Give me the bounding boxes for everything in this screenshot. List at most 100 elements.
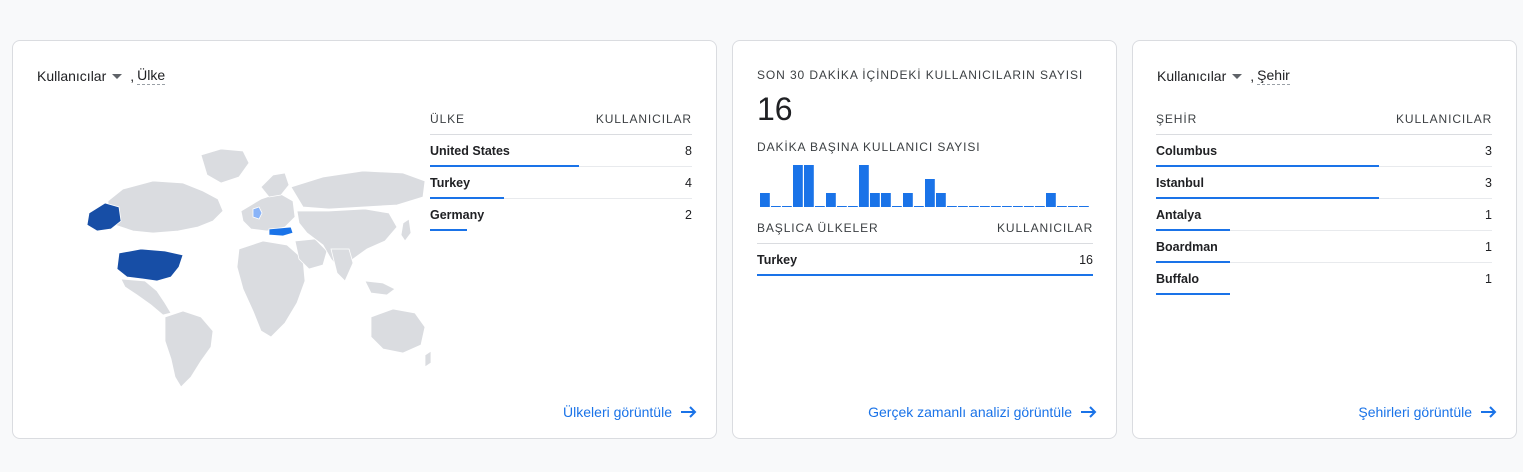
minute-bar[interactable]	[881, 193, 891, 207]
map-region-south-america	[164, 310, 214, 388]
table-row[interactable]: Turkey 4	[430, 166, 692, 199]
country-table: ÜLKE KULLANICILAR United States 8 Turkey…	[430, 104, 692, 231]
minute-bar-empty	[782, 206, 792, 207]
minute-bar-empty	[1013, 206, 1023, 207]
map-region-new-zealand	[424, 350, 432, 368]
minute-bar-empty	[848, 206, 858, 207]
row-label: Turkey	[430, 166, 590, 199]
row-label: Istanbul	[1156, 166, 1396, 199]
row-value: 1	[1396, 230, 1492, 263]
secondary-dimension-selector[interactable]: Ülke	[137, 67, 166, 85]
table-row[interactable]: Buffalo 1	[1156, 263, 1492, 295]
view-cities-label: Şehirleri görüntüle	[1358, 404, 1472, 420]
arrow-right-icon	[681, 406, 697, 418]
minute-bar[interactable]	[793, 165, 803, 207]
table-row[interactable]: Istanbul 3	[1156, 166, 1492, 199]
map-region-india	[330, 248, 354, 282]
minute-bar[interactable]	[804, 165, 814, 207]
minute-bar[interactable]	[936, 193, 946, 207]
metric-dropdown[interactable]: Kullanıcılar	[37, 68, 123, 84]
users-by-city-card: Kullanıcılar , Şehir ŞEHİR KULLANICILAR …	[1132, 40, 1517, 439]
minute-bar-empty	[1024, 206, 1034, 207]
row-label: United States	[430, 134, 590, 167]
row-value: 3	[1396, 166, 1492, 199]
row-value: 8	[590, 134, 692, 167]
row-value: 3	[1396, 134, 1492, 167]
row-label: Buffalo	[1156, 263, 1396, 295]
column-header-users: KULLANICILAR	[590, 104, 692, 135]
minute-bar-empty	[914, 206, 924, 207]
view-countries-link[interactable]: Ülkeleri görüntüle	[563, 403, 698, 421]
row-bar	[430, 229, 468, 231]
caret-down-icon	[1232, 74, 1243, 79]
table-row[interactable]: Germany 2	[430, 199, 692, 231]
table-row[interactable]: Antalya 1	[1156, 198, 1492, 231]
row-value: 1	[1485, 271, 1492, 286]
users-by-country-card: Kullanıcılar , Ülke ÜLKE KULLANICILAR Un…	[12, 40, 717, 439]
row-label: Germany	[430, 199, 590, 231]
minute-bar-empty	[969, 206, 979, 207]
map-region-japan	[400, 218, 412, 242]
metric-dropdown-label: Kullanıcılar	[37, 68, 107, 84]
row-bar	[1156, 293, 1231, 295]
minute-bar-empty	[1068, 206, 1078, 207]
metric-dropdown[interactable]: Kullanıcılar	[1157, 68, 1243, 84]
table-row[interactable]: Boardman 1	[1156, 230, 1492, 263]
dimension-selector-row: Kullanıcılar , Ülke	[37, 67, 166, 85]
map-region-greenland	[200, 148, 250, 184]
row-value: 2	[685, 207, 692, 222]
column-header-country: ÜLKE	[430, 104, 590, 135]
row-value: 16	[1079, 252, 1093, 267]
dimension-separator: ,	[1250, 68, 1255, 84]
minute-bar[interactable]	[903, 193, 913, 207]
table-row[interactable]: Columbus 3	[1156, 134, 1492, 167]
view-realtime-link[interactable]: Gerçek zamanlı analizi görüntüle	[868, 403, 1098, 421]
realtime-user-count: 16	[757, 91, 793, 127]
minute-bar[interactable]	[760, 193, 770, 207]
map-region-se-asia	[364, 280, 396, 296]
row-label: Antalya	[1156, 198, 1396, 231]
column-header-top-countries: BAŞLICA ÜLKELER	[757, 213, 997, 244]
minute-bar[interactable]	[870, 193, 880, 207]
column-header-users: KULLANICILAR	[997, 213, 1093, 244]
minute-bar[interactable]	[1046, 193, 1056, 207]
realtime-title: SON 30 DAKİKA İÇİNDEKİ KULLANICILARIN SA…	[757, 68, 1084, 82]
per-minute-label: DAKİKA BAŞINA KULLANICI SAYISI	[757, 140, 981, 154]
table-header-row: BAŞLICA ÜLKELER KULLANICILAR	[757, 213, 1093, 244]
minute-bar-empty	[1079, 206, 1089, 207]
minute-bar-empty	[892, 206, 902, 207]
row-label: Turkey	[757, 244, 1093, 276]
realtime-card: SON 30 DAKİKA İÇİNDEKİ KULLANICILARIN SA…	[732, 40, 1117, 439]
map-region-scandinavia	[260, 172, 290, 198]
top-countries-table: BAŞLICA ÜLKELER KULLANICILAR Turkey 16	[757, 213, 1093, 276]
minute-bar[interactable]	[826, 193, 836, 207]
minute-bar-empty	[1002, 206, 1012, 207]
row-label: Columbus	[1156, 134, 1396, 167]
map-region-united-states	[116, 248, 184, 282]
map-region-europe	[240, 192, 296, 232]
map-region-turkey	[268, 226, 294, 237]
arrow-right-icon	[1481, 406, 1497, 418]
dimension-selector-row: Kullanıcılar , Şehir	[1157, 67, 1290, 85]
view-cities-link[interactable]: Şehirleri görüntüle	[1358, 403, 1498, 421]
minute-bar-empty	[980, 206, 990, 207]
map-region-canada	[107, 180, 224, 234]
view-countries-label: Ülkeleri görüntüle	[563, 404, 672, 420]
table-header-row: ÜLKE KULLANICILAR	[430, 104, 692, 135]
metric-dropdown-label: Kullanıcılar	[1157, 68, 1227, 84]
minute-bar[interactable]	[925, 179, 935, 207]
per-minute-bar-chart	[760, 165, 1089, 207]
minute-bar-empty	[958, 206, 968, 207]
map-region-russia	[290, 170, 426, 210]
table-header-row: ŞEHİR KULLANICILAR	[1156, 104, 1492, 135]
minute-bar-empty	[837, 206, 847, 207]
minute-bar[interactable]	[859, 165, 869, 207]
map-region-africa	[236, 240, 306, 338]
table-row[interactable]: Turkey 16	[757, 244, 1093, 276]
world-map	[86, 148, 432, 388]
secondary-dimension-selector[interactable]: Şehir	[1257, 67, 1290, 85]
column-header-users: KULLANICILAR	[1396, 104, 1492, 135]
table-row[interactable]: United States 8	[430, 134, 692, 167]
map-region-alaska	[86, 202, 122, 232]
map-region-australia	[370, 308, 426, 354]
